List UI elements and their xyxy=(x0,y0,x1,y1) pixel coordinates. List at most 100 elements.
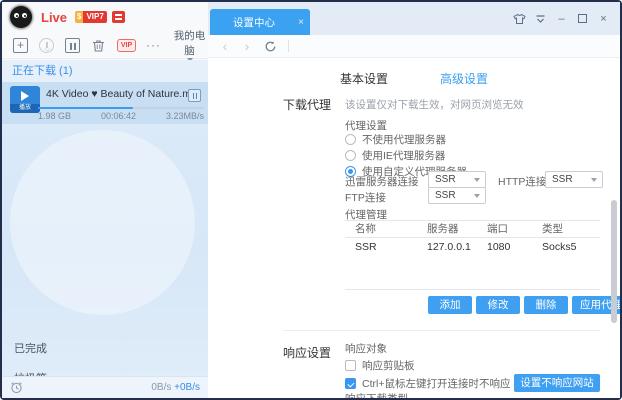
back-button[interactable]: ‹ xyxy=(214,39,236,53)
play-icon xyxy=(21,91,29,101)
close-button[interactable]: × xyxy=(593,2,614,35)
refresh-icon xyxy=(264,40,277,53)
settings-tabs: 基本设置 高级设置 xyxy=(208,66,620,91)
schedule-clock-icon[interactable] xyxy=(10,381,23,394)
radio-icon xyxy=(345,150,356,161)
download-item-title: 4K Video ♥ Beauty of Nature.mp4 xyxy=(46,88,188,100)
vip-level-label: VIP7 xyxy=(83,11,106,23)
app-window: Live $VIP7 + VIP ··· 我的电脑 正在下载 (1) xyxy=(0,0,622,400)
progress-bar xyxy=(38,107,204,109)
proxy-table: 名称 服务器 端口 类型 SSR 127.0.0.1 1080 Socks5 xyxy=(345,220,600,290)
section-download-proxy: 下载代理 xyxy=(283,96,331,113)
tab-advanced-settings[interactable]: 高级设置 xyxy=(438,66,490,91)
cell-name: SSR xyxy=(345,238,427,256)
http-connection-label: HTTP连接 xyxy=(498,174,546,189)
response-download-type-label: 响应下载类型 xyxy=(345,391,408,398)
my-computer-label: 我的电脑 xyxy=(174,30,206,57)
thunder-connection-label: 迅雷服务器连接 xyxy=(345,174,419,189)
trash-icon xyxy=(91,38,106,53)
download-arrow-icon xyxy=(39,38,54,53)
navbar-divider xyxy=(288,40,289,52)
menu-chevron-icon xyxy=(535,14,546,24)
cell-port: 1080 xyxy=(487,238,542,256)
col-server: 服务器 xyxy=(427,221,487,237)
ftp-connection-label: FTP连接 xyxy=(345,190,386,205)
set-no-response-sites-button[interactable]: 设置不响应网站 xyxy=(514,374,600,392)
section-divider xyxy=(283,330,600,331)
delete-task-button[interactable] xyxy=(91,38,106,53)
section-response-settings: 响应设置 xyxy=(283,344,331,361)
radio-ie-proxy[interactable]: 使用IE代理服务器 xyxy=(345,148,445,163)
file-size: 1.98 GB xyxy=(38,111,71,121)
left-statusbar: 0B/s +0B/s xyxy=(2,376,208,398)
main-menu-button[interactable] xyxy=(530,2,551,35)
start-download-button[interactable] xyxy=(39,38,54,53)
video-thumbnail[interactable]: 播放 xyxy=(10,86,40,113)
download-speed: 3.23MB/s xyxy=(166,111,204,121)
settings-navbar: ‹ › xyxy=(208,35,620,58)
response-group-label: 响应对象 xyxy=(345,341,387,356)
plus-icon: + xyxy=(13,38,28,53)
live-label: Live xyxy=(41,10,67,25)
downloading-section-header[interactable]: 正在下载 (1) xyxy=(2,60,208,82)
scrollbar-thumb[interactable] xyxy=(611,200,617,323)
http-connection-select[interactable]: SSR xyxy=(545,171,603,188)
proxy-note: 该设置仅对下载生效，对网页浏览无效 xyxy=(345,97,524,112)
tab-settings-center[interactable]: 设置中心 × xyxy=(210,9,310,35)
refresh-button[interactable] xyxy=(258,40,282,53)
cell-type: Socks5 xyxy=(542,238,600,256)
download-toolbar: + VIP ··· 我的电脑 xyxy=(2,32,208,59)
checkbox-ctrl-click[interactable]: Ctrl+鼠标左键打开连接时不响应 i xyxy=(345,376,525,391)
thumbnail-badge: 播放 xyxy=(10,104,40,113)
radio-label: 不使用代理服务器 xyxy=(362,132,446,147)
upload-rate: +0B/s xyxy=(174,382,200,393)
radio-no-proxy[interactable]: 不使用代理服务器 xyxy=(345,132,446,147)
progress-fill xyxy=(38,107,133,109)
thunder-connection-select[interactable]: SSR xyxy=(428,171,486,188)
vip-icon: VIP xyxy=(117,39,136,52)
proxy-group-label: 代理设置 xyxy=(345,118,387,133)
settings-content: 基本设置 高级设置 下载代理 该设置仅对下载生效，对网页浏览无效 代理设置 不使… xyxy=(208,58,620,398)
minimize-button[interactable]: – xyxy=(551,2,572,35)
titlebar: 设置中心 × – × xyxy=(208,2,620,35)
col-port: 端口 xyxy=(487,221,542,237)
checkbox-clipboard[interactable]: 响应剪贴板 xyxy=(345,358,415,373)
download-rate: 0B/s xyxy=(151,382,171,393)
add-proxy-button[interactable]: 添加 xyxy=(428,296,472,314)
table-row[interactable]: SSR 127.0.0.1 1080 Socks5 xyxy=(345,238,600,256)
skin-button[interactable] xyxy=(509,2,530,35)
modify-proxy-button[interactable]: 修改 xyxy=(476,296,520,314)
dollar-icon: $ xyxy=(75,11,83,23)
radio-icon xyxy=(345,134,356,145)
more-actions-button[interactable]: ··· xyxy=(146,38,161,52)
download-list: 正在下载 (1) 播放 4K Video ♥ Beauty of Nature.… xyxy=(2,60,208,378)
col-type: 类型 xyxy=(542,221,600,237)
new-task-button[interactable]: + xyxy=(13,38,28,53)
my-computer-dropdown[interactable]: 我的电脑 xyxy=(173,28,208,62)
vip-level-badge[interactable]: $VIP7 xyxy=(75,11,107,23)
tab-basic-settings[interactable]: 基本设置 xyxy=(338,66,390,91)
download-item-stats: 1.98 GB 00:06:42 3.23MB/s xyxy=(38,111,204,121)
item-pause-button[interactable] xyxy=(188,89,201,102)
download-item-row[interactable]: 播放 4K Video ♥ Beauty of Nature.mp4 1.98 … xyxy=(2,82,208,124)
background-watermark xyxy=(10,130,195,315)
delete-proxy-button[interactable]: 删除 xyxy=(524,296,568,314)
red-promo-badge-icon[interactable] xyxy=(112,11,125,23)
cell-server: 127.0.0.1 xyxy=(427,238,487,256)
maximize-button[interactable] xyxy=(572,2,593,35)
ftp-connection-select[interactable]: SSR xyxy=(428,187,486,204)
vip-accelerate-button[interactable]: VIP xyxy=(117,39,136,52)
sidebar-item-completed[interactable]: 已完成 xyxy=(2,336,208,362)
checkbox-checked-icon xyxy=(345,378,356,389)
pause-all-button[interactable] xyxy=(65,38,80,53)
select-value: SSR xyxy=(552,174,573,185)
window-controls: – × xyxy=(509,2,614,35)
pause-icon xyxy=(65,38,80,53)
tab-title: 设置中心 xyxy=(210,15,292,30)
radio-label: 使用IE代理服务器 xyxy=(362,148,445,163)
app-logo-icon xyxy=(10,6,32,28)
tab-close-icon[interactable]: × xyxy=(292,17,310,28)
col-name: 名称 xyxy=(345,221,427,237)
checkbox-icon xyxy=(345,360,356,371)
forward-button[interactable]: › xyxy=(236,39,258,53)
